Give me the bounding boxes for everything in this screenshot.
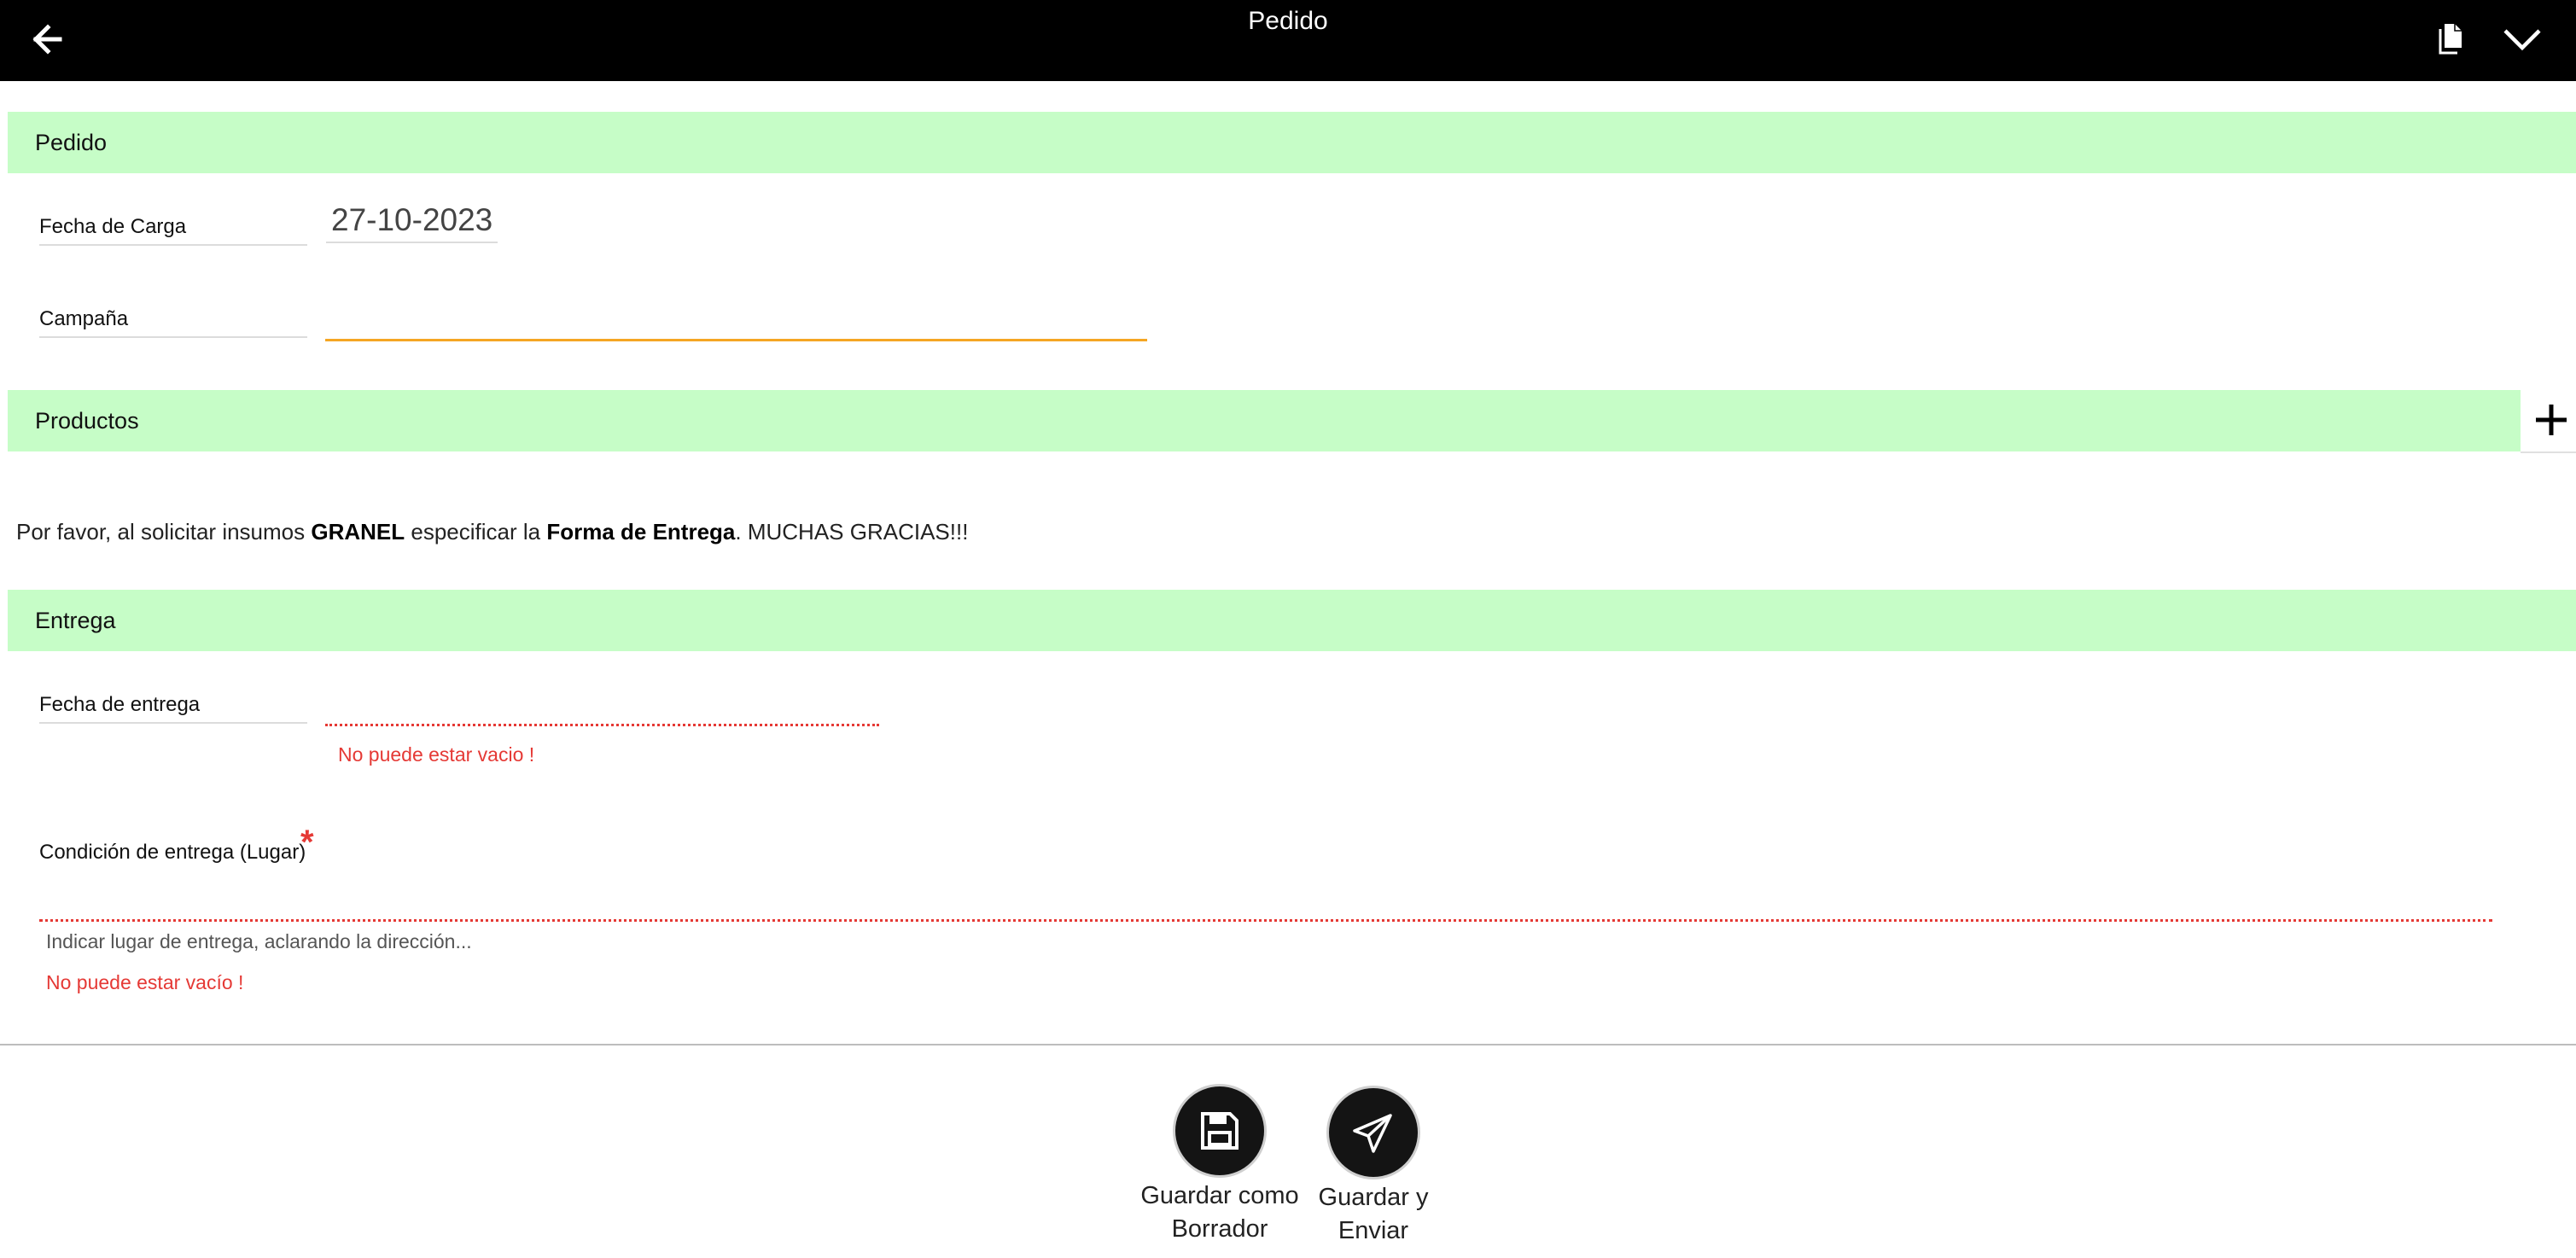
campana-label: Campaña (39, 307, 307, 338)
required-marker: * (300, 824, 314, 861)
save-send-button[interactable] (1329, 1088, 1418, 1177)
fecha-carga-field[interactable]: 27-10-2023 (326, 202, 498, 243)
campana-input[interactable] (325, 339, 1147, 341)
page-title: Pedido (1248, 7, 1328, 35)
condicion-entrega-placeholder: Indicar lugar de entrega, aclarando la d… (46, 930, 472, 952)
paper-plane-icon (1353, 1114, 1392, 1153)
condicion-entrega-label: Condición de entrega (Lugar) (39, 841, 306, 864)
fecha-carga-label: Fecha de Carga (39, 215, 307, 246)
floppy-disk-icon (1201, 1112, 1238, 1150)
section-title-entrega: Entrega (35, 608, 116, 633)
section-title-productos: Productos (35, 408, 139, 434)
section-header-entrega: Entrega (8, 590, 2576, 651)
section-header-pedido: Pedido (8, 112, 2576, 173)
save-send-label[interactable]: Guardar y Enviar (1279, 1181, 1467, 1248)
section-title-pedido: Pedido (35, 130, 108, 155)
save-draft-button[interactable] (1175, 1086, 1264, 1175)
condicion-entrega-input[interactable] (39, 919, 2492, 922)
top-app-bar: Pedido (0, 0, 2576, 81)
section-header-productos: Productos (8, 390, 2521, 451)
fecha-entrega-error: No puede estar vacio ! (338, 743, 535, 766)
fecha-entrega-input[interactable] (325, 724, 879, 726)
condicion-entrega-error: No puede estar vacío ! (46, 971, 244, 993)
granel-notice: Por favor, al solicitar insumos GRANEL e… (16, 519, 969, 545)
fecha-entrega-label: Fecha de entrega (39, 693, 307, 724)
bottom-divider (0, 1044, 2576, 1045)
add-product-button-area[interactable] (2521, 390, 2576, 453)
chevron-down-icon[interactable] (2503, 27, 2542, 55)
document-icon[interactable] (2438, 22, 2463, 59)
